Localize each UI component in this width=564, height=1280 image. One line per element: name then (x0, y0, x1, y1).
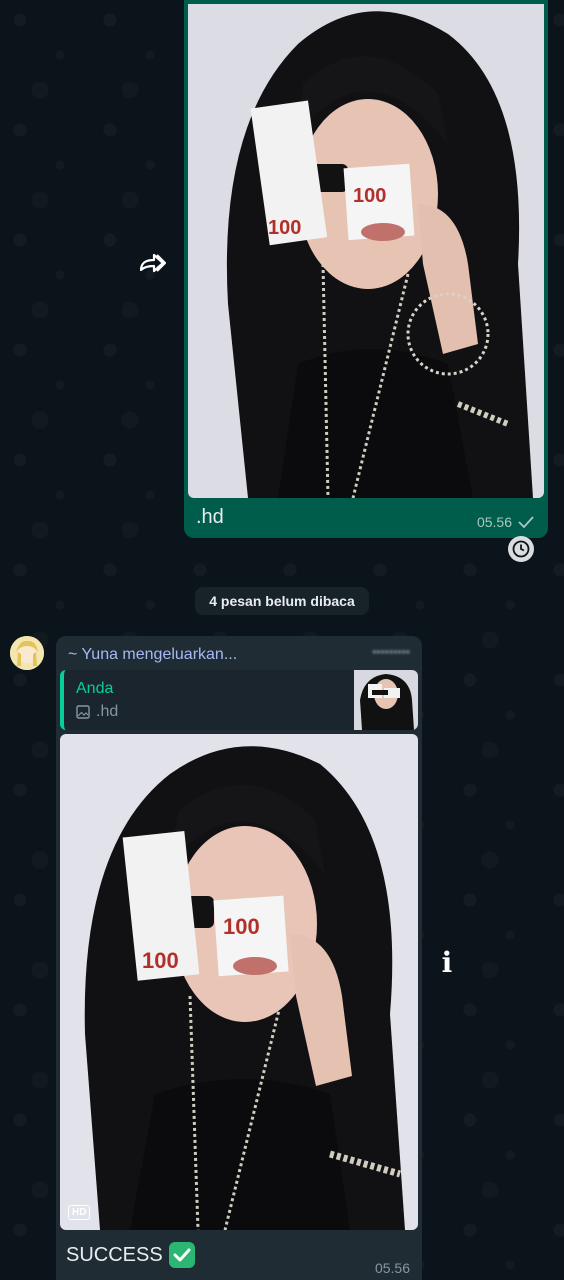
forward-icon[interactable] (138, 252, 166, 276)
hd-badge: HD (68, 1205, 91, 1220)
image-icon (76, 705, 90, 719)
svg-text:100: 100 (142, 948, 179, 973)
quote-text: .hd (96, 703, 119, 720)
svg-text:100: 100 (353, 185, 386, 207)
svg-text:100: 100 (223, 914, 260, 939)
outgoing-meta: 05.56 (477, 514, 534, 530)
sender-phone-redacted: ••••••••• (372, 645, 410, 659)
quote-author: Anda (76, 680, 114, 697)
outgoing-caption: .hd (196, 506, 224, 528)
clock-icon (508, 536, 534, 562)
info-icon[interactable]: i (440, 946, 454, 979)
woman-with-money-photo: 100 100 (60, 734, 418, 1230)
incoming-message-bubble[interactable]: ~ Yuna mengeluarkan... ••••••••• Anda .h… (56, 636, 422, 1280)
svg-text:100: 100 (268, 217, 301, 239)
check-mark-emoji-icon (168, 1242, 195, 1268)
unread-divider: 4 pesan belum dibaca (0, 576, 564, 626)
single-check-icon (518, 516, 534, 528)
quoted-message[interactable]: Anda .hd (60, 670, 418, 730)
incoming-photo[interactable]: 100 100 HD (60, 734, 418, 1230)
incoming-time: 05.56 (374, 1260, 410, 1276)
incoming-caption-row: SUCCESS (66, 1242, 195, 1268)
outgoing-message-bubble[interactable]: 100 100 .hd 05.56 (184, 0, 548, 538)
outgoing-photo[interactable]: 100 100 (188, 4, 544, 498)
sender-name[interactable]: ~ Yuna mengeluarkan... (68, 646, 237, 664)
quote-thumbnail (354, 670, 418, 730)
quote-text-row: .hd (76, 703, 118, 721)
incoming-caption: SUCCESS (66, 1243, 163, 1266)
unread-count-label: 4 pesan belum dibaca (195, 587, 369, 615)
outgoing-time: 05.56 (476, 514, 512, 530)
woman-with-money-photo: 100 100 (188, 4, 544, 498)
anime-avatar-icon (10, 636, 44, 670)
sender-avatar[interactable] (10, 636, 44, 670)
